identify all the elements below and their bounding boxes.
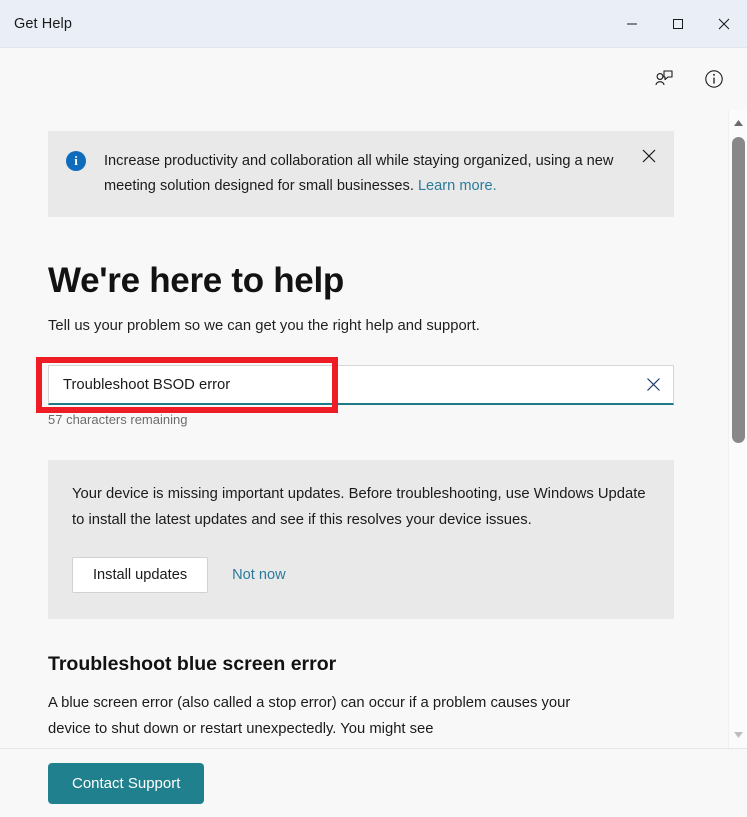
content-scroll-area: i Increase productivity and collaboratio… bbox=[0, 110, 728, 748]
close-icon bbox=[642, 149, 656, 163]
banner-text: Increase productivity and collaboration … bbox=[104, 149, 624, 199]
title-bar: Get Help bbox=[0, 0, 747, 48]
get-help-window: Get Help i Increase productivity and col… bbox=[0, 0, 747, 817]
banner-message: Increase productivity and collaboration … bbox=[104, 153, 614, 194]
search-input[interactable] bbox=[49, 366, 633, 403]
learn-more-link[interactable]: Learn more. bbox=[418, 178, 497, 194]
update-card-text: Your device is missing important updates… bbox=[72, 486, 646, 528]
scrollbar-thumb[interactable] bbox=[732, 137, 745, 443]
footer-bar: Contact Support bbox=[0, 748, 747, 817]
window-title: Get Help bbox=[14, 15, 73, 32]
banner-info-icon: i bbox=[66, 151, 86, 171]
info-button[interactable] bbox=[699, 64, 729, 94]
vertical-scrollbar[interactable] bbox=[728, 110, 747, 748]
content-inner: i Increase productivity and collaboratio… bbox=[0, 131, 728, 742]
close-icon bbox=[646, 378, 660, 391]
close-icon bbox=[718, 18, 730, 29]
page-title: We're here to help bbox=[48, 261, 344, 300]
minimize-button[interactable] bbox=[609, 0, 655, 47]
minimize-icon bbox=[627, 23, 637, 24]
contact-support-button-footer[interactable]: Contact Support bbox=[48, 762, 205, 804]
contact-support-icon bbox=[655, 70, 673, 86]
chevron-down-icon bbox=[734, 732, 743, 738]
command-bar bbox=[0, 48, 747, 110]
install-updates-button[interactable]: Install updates bbox=[72, 557, 209, 593]
contact-support-button[interactable] bbox=[649, 64, 679, 94]
not-now-button[interactable]: Not now bbox=[218, 558, 300, 592]
search-box[interactable] bbox=[48, 365, 674, 405]
search-section: 57 characters remaining bbox=[36, 357, 674, 427]
character-counter: 57 characters remaining bbox=[48, 412, 188, 427]
promo-banner: i Increase productivity and collaboratio… bbox=[48, 131, 674, 217]
info-icon bbox=[705, 70, 723, 88]
article-body: A blue screen error (also called a stop … bbox=[48, 695, 571, 737]
article-heading: Troubleshoot blue screen error bbox=[48, 653, 337, 675]
maximize-button[interactable] bbox=[655, 0, 701, 47]
update-card-actions: Install updates Not now bbox=[72, 557, 650, 593]
close-button[interactable] bbox=[701, 0, 747, 47]
maximize-icon bbox=[673, 18, 683, 29]
article-section: Troubleshoot blue screen error A blue sc… bbox=[48, 653, 680, 742]
scroll-up-button[interactable] bbox=[729, 114, 747, 132]
page-subtitle: Tell us your problem so we can get you t… bbox=[48, 318, 480, 334]
banner-close-button[interactable] bbox=[638, 145, 660, 167]
update-card: Your device is missing important updates… bbox=[48, 460, 674, 619]
window-controls bbox=[609, 0, 747, 47]
chevron-up-icon bbox=[734, 120, 743, 126]
scroll-down-button[interactable] bbox=[729, 726, 747, 744]
search-clear-button[interactable] bbox=[633, 366, 673, 404]
